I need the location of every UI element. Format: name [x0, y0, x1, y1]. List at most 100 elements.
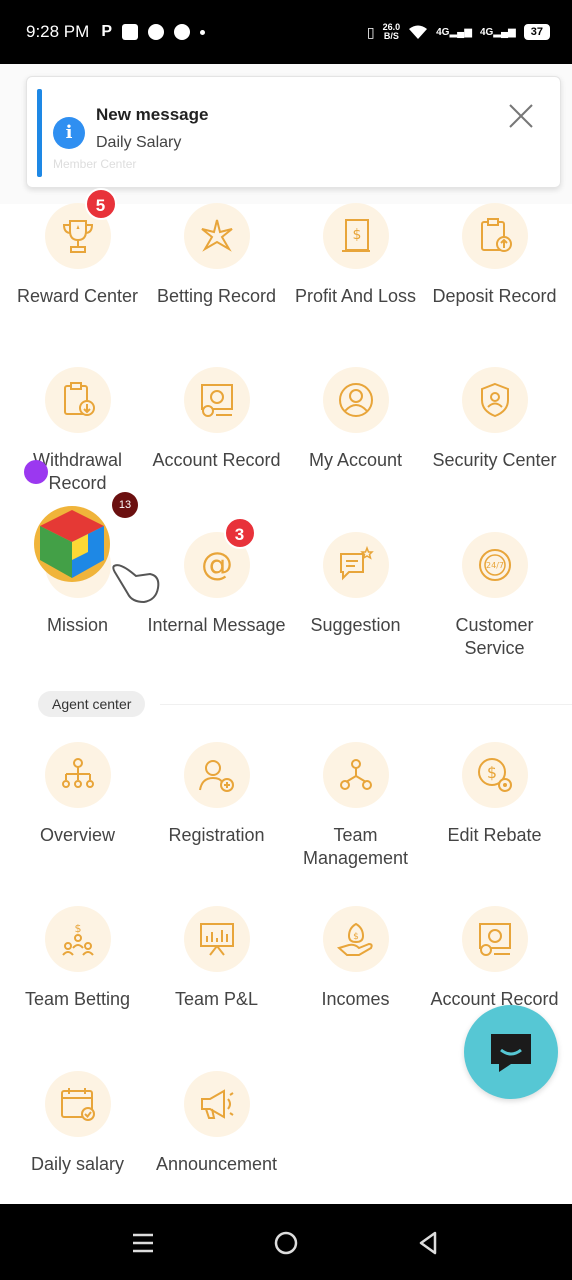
icon-circle	[183, 906, 250, 972]
trophy-icon	[62, 220, 93, 253]
star-burst-icon	[200, 219, 233, 252]
grid-item-label: Deposit Record	[432, 286, 557, 306]
clipboard-upload-icon	[480, 218, 512, 252]
icon-circle: $	[461, 742, 528, 808]
grid-item-label: My Account	[308, 450, 403, 470]
info-icon: i	[53, 117, 85, 149]
home-icon[interactable]	[271, 1228, 301, 1258]
svg-text:$: $	[353, 932, 359, 942]
icon-circle	[461, 906, 528, 972]
grid-item-team-pl[interactable]: Team P&L	[147, 906, 286, 1011]
grid-item-label: Internal Message	[147, 615, 286, 635]
icon-circle	[183, 742, 250, 808]
grid-item-label: Edit Rebate	[447, 825, 542, 845]
icon-circle	[183, 1071, 250, 1137]
icon-circle: 5	[44, 188, 117, 269]
grid-item-my-account[interactable]: My Account	[286, 367, 425, 472]
icon-circle	[322, 367, 389, 433]
status-notification-icons: P	[101, 23, 205, 41]
chart-board-icon	[199, 923, 234, 956]
grid-item-label: Security Center	[432, 450, 557, 470]
icon-circle: $	[322, 203, 389, 269]
grid-item-account-record[interactable]: Account Record	[147, 367, 286, 472]
grid-item-label: Team Betting	[24, 989, 131, 1009]
grid-item-announcement[interactable]: Announcement	[147, 1071, 286, 1176]
user-circle-icon	[338, 383, 373, 417]
chat-app-icon	[147, 24, 164, 40]
grid-item-team-betting[interactable]: $ Team Betting	[8, 906, 147, 1011]
grid-item-internal-message[interactable]: @ 3 Internal Message	[147, 517, 286, 637]
icon-circle	[44, 742, 111, 808]
grid-item-customer-service[interactable]: 24/7 Customer Service	[425, 532, 564, 660]
grid-item-label: Account Record	[152, 450, 281, 470]
menu-icon[interactable]	[128, 1228, 158, 1258]
live-chat-button[interactable]	[464, 1005, 558, 1099]
icon-circle	[461, 203, 528, 269]
grid-item-label: Team Management	[302, 825, 409, 868]
icon-circle	[183, 203, 250, 269]
notification-background-hint: Member Center	[53, 157, 137, 171]
grid-item-label: Incomes	[321, 989, 390, 1009]
icon-circle: $	[44, 906, 111, 972]
grid-item-reward-center[interactable]: 5 Reward Center	[8, 188, 147, 308]
net-speed-unit: B/S	[383, 31, 399, 41]
network-1-label: 4G	[436, 26, 450, 38]
add-user-icon	[198, 760, 234, 792]
grid-item-suggestion[interactable]: Suggestion	[286, 532, 425, 637]
chat-star-icon	[339, 545, 374, 581]
icon-circle	[461, 367, 528, 433]
notification-title: New message	[96, 105, 209, 124]
messenger-icon	[173, 24, 190, 40]
agent-center-chip: Agent center	[38, 691, 146, 717]
grid-item-overview[interactable]: Overview	[8, 742, 147, 847]
svg-text:@: @	[201, 545, 233, 583]
org-chart-icon	[61, 758, 94, 788]
grid-item-label: Profit And Loss	[294, 286, 417, 306]
account-record-icon	[200, 384, 233, 417]
grid-item-label: Team P&L	[174, 989, 259, 1009]
grid-item-deposit-record[interactable]: Deposit Record	[425, 203, 564, 308]
shield-user-icon	[480, 382, 509, 418]
svg-text:24/7: 24/7	[486, 561, 504, 570]
grid-item-label: Announcement	[155, 1154, 278, 1174]
message-badge: 3	[223, 517, 256, 549]
icon-circle: @ 3	[183, 517, 256, 598]
pointer-hand-icon	[112, 564, 160, 604]
clipboard-download-icon	[63, 382, 95, 416]
chat-bubble-icon	[491, 1034, 531, 1072]
battery-icon: 37	[523, 24, 550, 40]
close-icon[interactable]	[506, 101, 536, 131]
signal-1: 4G▂▄▆	[436, 26, 472, 38]
collapse-arrow-icon[interactable]	[24, 460, 48, 484]
grid-item-label: Daily salary	[30, 1154, 125, 1174]
grid-item-daily-salary[interactable]: Daily salary	[8, 1071, 147, 1176]
grid-item-incomes[interactable]: $ Incomes	[286, 906, 425, 1011]
svg-text:$: $	[74, 922, 81, 935]
vibrate-icon: ▯	[366, 23, 375, 40]
grid-item-edit-rebate[interactable]: $ Edit Rebate	[425, 742, 564, 847]
grid-item-agent-account-record[interactable]: Account Record	[425, 906, 564, 1011]
team-betting-icon: $	[61, 922, 94, 956]
notification-body: Daily Salary	[96, 134, 182, 151]
signal-2: 4G▂▄▆	[479, 26, 516, 38]
team-icon	[339, 759, 372, 790]
grid-item-registration[interactable]: Registration	[147, 742, 286, 847]
icon-circle	[44, 367, 111, 433]
mission-floating-widget[interactable]: 13	[24, 460, 164, 610]
rubiks-cube-icon	[34, 506, 110, 582]
megaphone-icon	[200, 1089, 234, 1119]
grid-item-profit-and-loss[interactable]: $ Profit And Loss	[286, 203, 425, 308]
grid-item-security-center[interactable]: Security Center	[425, 367, 564, 472]
more-dot-icon	[199, 29, 205, 35]
notification-banner[interactable]: i New message Daily Salary Member Center	[26, 76, 561, 188]
grid-item-team-management[interactable]: Team Management	[286, 742, 425, 870]
app-square-icon	[121, 24, 138, 40]
back-icon[interactable]	[413, 1228, 443, 1258]
svg-text:$: $	[352, 227, 361, 243]
dollar-gear-icon: $	[477, 758, 512, 792]
grid-item-label: Mission	[46, 615, 108, 635]
grid-item-betting-record[interactable]: Betting Record	[147, 203, 286, 308]
p-app-icon: P	[101, 23, 112, 40]
notification-accent-bar	[37, 89, 42, 177]
calendar-check-icon	[60, 1088, 95, 1121]
